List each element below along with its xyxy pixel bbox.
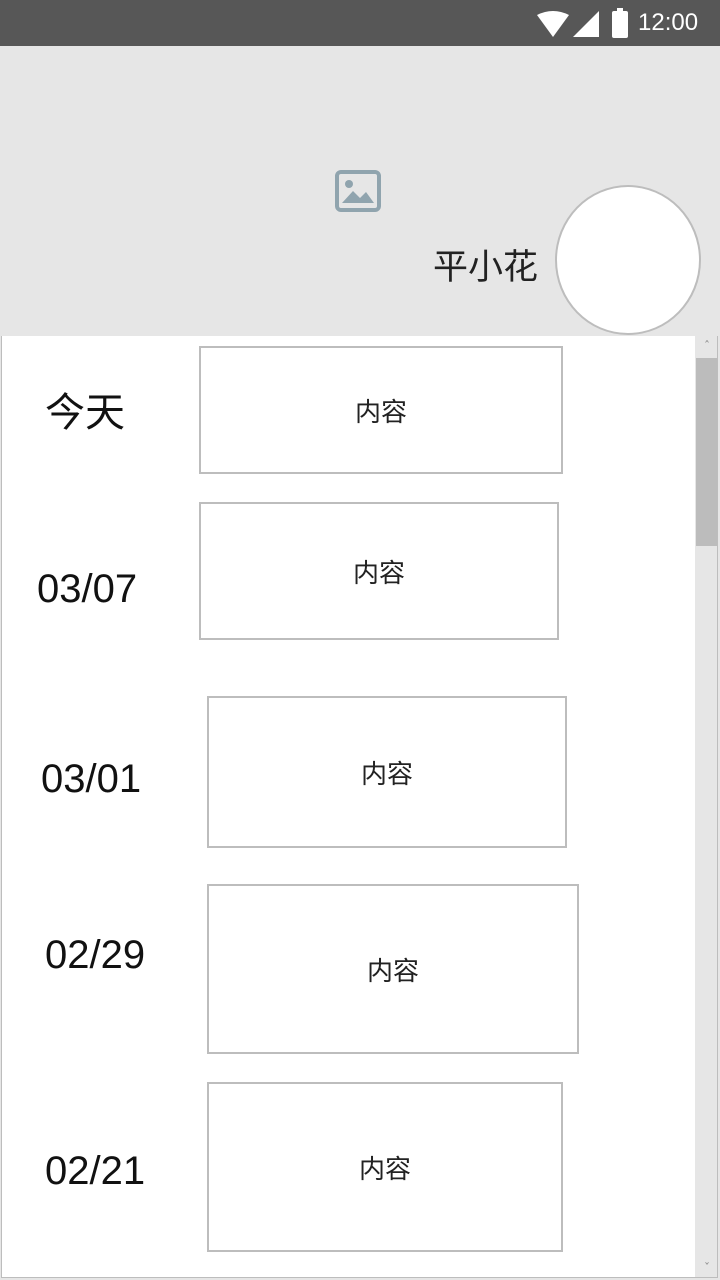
wifi-icon <box>537 11 569 37</box>
timeline-list[interactable]: 今天 内容 03/07 内容 03/01 内容 02/29 内容 02/21 内… <box>1 336 718 1278</box>
entry-content-card[interactable]: 内容 <box>199 502 559 640</box>
scrollbar[interactable]: ˆ ˇ <box>695 336 717 1277</box>
cellular-signal-icon <box>573 11 599 37</box>
entry-content-card[interactable]: 内容 <box>207 696 567 848</box>
entry-date: 03/07 <box>37 567 138 611</box>
profile-header: 平小花 <box>0 46 720 336</box>
image-placeholder-icon[interactable] <box>335 170 381 212</box>
entry-date: 02/21 <box>45 1149 146 1193</box>
entry-date: 今天 <box>45 391 125 435</box>
user-name: 平小花 <box>432 248 538 288</box>
entry-date: 02/29 <box>45 933 146 977</box>
status-time: 12:00 <box>638 9 699 36</box>
avatar[interactable] <box>555 185 701 335</box>
entry-content-card[interactable]: 内容 <box>207 1082 563 1252</box>
battery-icon <box>612 8 628 38</box>
scroll-up-arrow-icon[interactable]: ˆ <box>695 336 717 356</box>
scrollbar-thumb[interactable] <box>696 358 717 546</box>
entry-content-card[interactable]: 内容 <box>207 884 579 1054</box>
entry-content-card[interactable]: 内容 <box>199 346 563 474</box>
entry-date: 03/01 <box>41 757 142 801</box>
status-bar: 12:00 <box>0 0 720 46</box>
scroll-down-arrow-icon[interactable]: ˇ <box>695 1258 717 1277</box>
